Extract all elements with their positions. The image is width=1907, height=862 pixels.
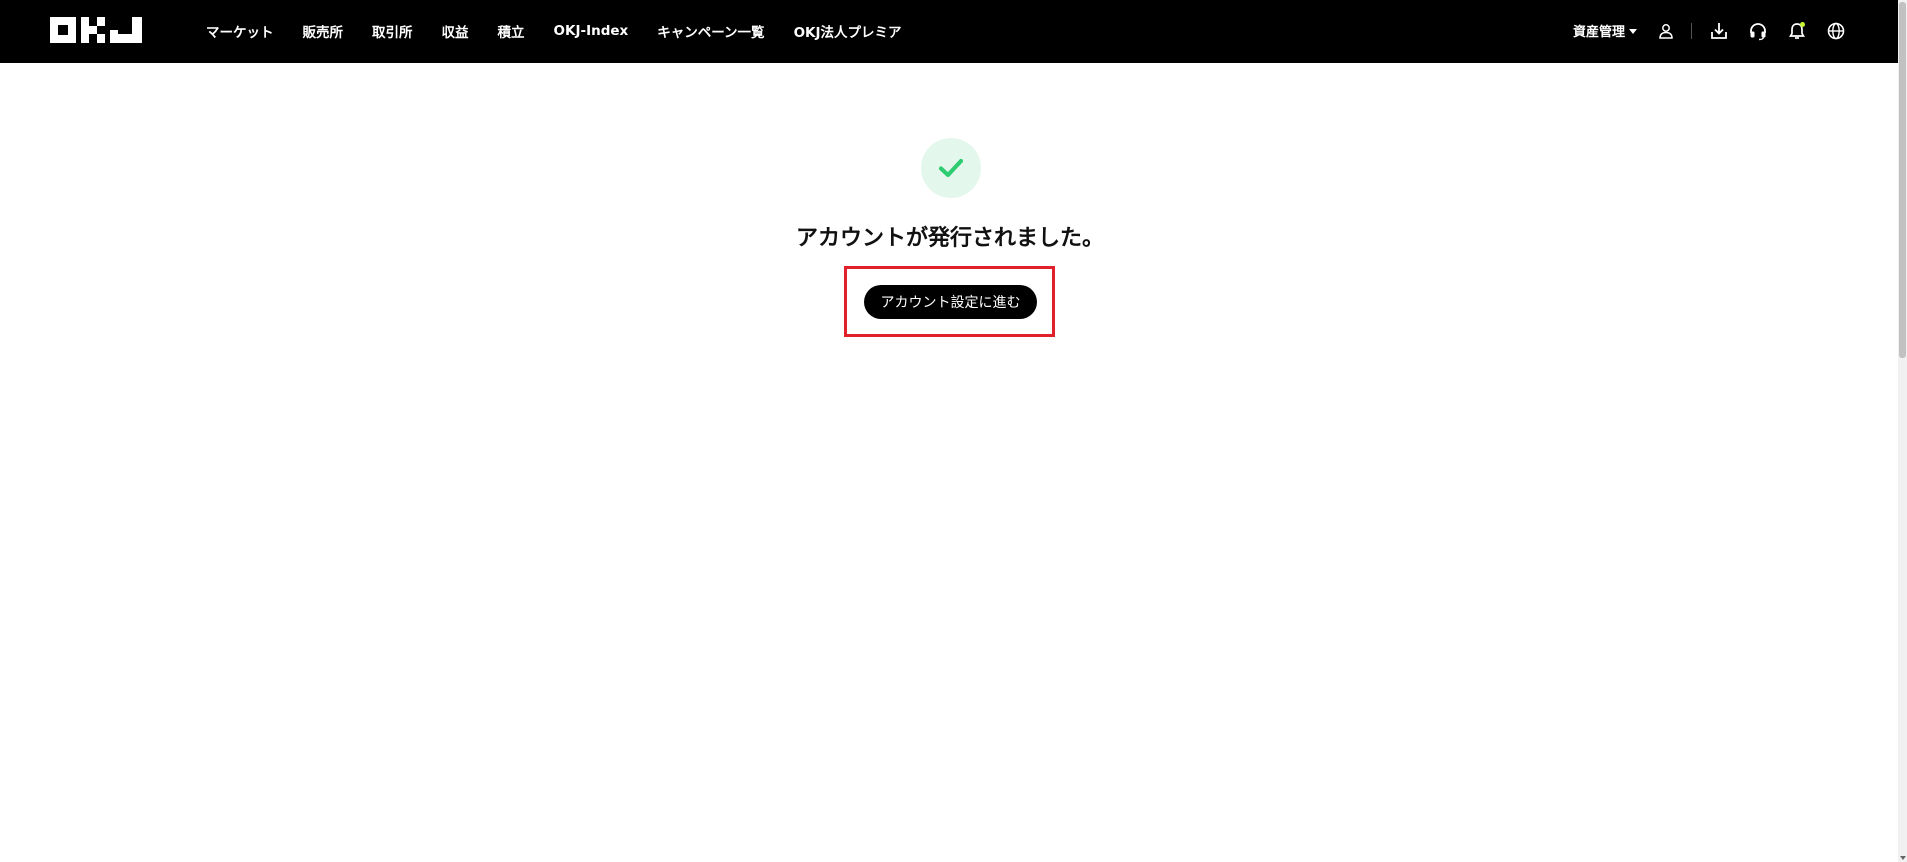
nav-item-exchange[interactable]: 取引所 (372, 21, 413, 41)
nav-item-recurring[interactable]: 積立 (498, 21, 525, 41)
success-badge (921, 138, 981, 198)
nav-item-dealer[interactable]: 販売所 (303, 21, 344, 41)
page: マーケット 販売所 取引所 収益 積立 OKJ-Index キャンペーン一覧 O… (0, 0, 1907, 862)
okj-logo[interactable] (50, 17, 142, 43)
download-icon[interactable] (1708, 20, 1730, 42)
nav-item-campaigns[interactable]: キャンペーン一覧 (657, 21, 764, 41)
headset-icon[interactable] (1747, 20, 1769, 42)
scrollbar-thumb[interactable] (1899, 2, 1906, 358)
checkmark-icon (938, 158, 964, 178)
header-divider (1691, 22, 1692, 39)
vertical-scrollbar[interactable] (1898, 0, 1907, 862)
header-tools: 資産管理 (1573, 0, 1847, 61)
proceed-to-account-settings-button[interactable]: アカウント設定に進む (864, 285, 1037, 319)
globe-icon[interactable] (1825, 20, 1847, 42)
nav-item-earn[interactable]: 収益 (442, 21, 469, 41)
nav-item-market[interactable]: マーケット (206, 21, 274, 41)
main-nav: マーケット 販売所 取引所 収益 積立 OKJ-Index キャンペーン一覧 O… (206, 0, 931, 61)
asset-management-label: 資産管理 (1572, 25, 1625, 40)
page-title: アカウントが発行されました。 (795, 226, 1104, 251)
asset-management-menu[interactable]: 資産管理 (1573, 21, 1637, 40)
chevron-down-icon (1629, 28, 1637, 34)
scroll-down-arrow-icon[interactable] (1900, 856, 1906, 860)
notification-dot (1800, 21, 1805, 27)
okj-logo-icon (50, 17, 142, 43)
top-navigation-bar: マーケット 販売所 取引所 収益 積立 OKJ-Index キャンペーン一覧 O… (0, 0, 1907, 63)
nav-item-corporate-premier[interactable]: OKJ法人プレミア (794, 21, 902, 41)
nav-item-okj-index[interactable]: OKJ-Index (554, 23, 629, 39)
user-icon[interactable] (1655, 20, 1677, 42)
bell-icon[interactable] (1786, 20, 1808, 42)
